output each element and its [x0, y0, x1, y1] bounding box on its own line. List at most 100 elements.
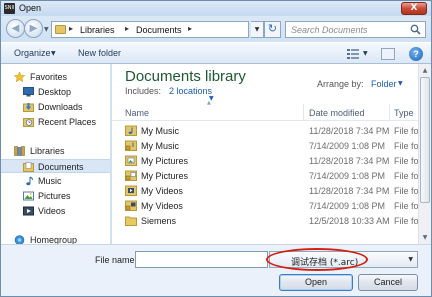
nav-item-music[interactable]: Music [1, 174, 110, 188]
views-dropdown-icon[interactable]: ▼ [363, 50, 368, 57]
file-type: File fol [394, 141, 418, 151]
file-row[interactable]: My Videos 7/14/2009 1:08 PM File fol [112, 198, 418, 213]
file-name: My Videos [141, 201, 183, 211]
nav-label: Libraries [30, 146, 65, 156]
file-name-input[interactable] [135, 251, 268, 268]
file-date-modified: 11/28/2018 7:34 PM [309, 156, 390, 166]
file-date-modified: 7/14/2009 1:08 PM [309, 171, 386, 181]
nav-item-pictures[interactable]: Pictures [1, 189, 110, 203]
file-row[interactable]: My Music 11/28/2018 7:34 PM File fol [112, 123, 418, 138]
cancel-button[interactable]: Cancel [358, 274, 418, 291]
music-folder-locked-icon [125, 140, 137, 151]
desktop-icon [23, 87, 34, 97]
file-name: My Pictures [141, 156, 189, 166]
search-input[interactable]: Search Documents [285, 21, 426, 38]
file-date-modified: 11/28/2018 7:34 PM [309, 186, 390, 196]
star-icon [14, 72, 25, 82]
chevron-down-icon[interactable]: ▼ [398, 80, 403, 87]
arrange-by-value[interactable]: Folder [371, 79, 397, 89]
folder-icon [125, 216, 137, 226]
downloads-icon [23, 103, 34, 112]
file-type-value: 调试存档 (*.arc) [291, 258, 359, 268]
column-date-modified[interactable]: Date modified [304, 104, 390, 121]
file-name: My Pictures [141, 171, 189, 181]
open-dialog: SNII Open X ◀ ▶ ▼ ▸ Libraries ▸ Document… [0, 0, 432, 297]
bottom-panel: File name: 调试存档 (*.arc) ▼ Open Cancel [1, 244, 431, 296]
search-placeholder: Search Documents [291, 25, 368, 35]
address-bar[interactable]: ▸ Libraries ▸ Documents ▸ [51, 21, 249, 38]
preview-pane-icon[interactable] [381, 48, 395, 60]
chevron-down-icon[interactable]: ▼ [408, 256, 413, 263]
nav-label: Videos [38, 206, 66, 216]
file-row[interactable]: My Videos 11/28/2018 7:34 PM File fol [112, 183, 418, 198]
breadcrumb-separator[interactable]: ▸ [125, 24, 129, 33]
nav-label: Homegroup [30, 235, 78, 244]
file-name-label: File name: [95, 255, 138, 265]
pictures-folder-icon [125, 155, 137, 166]
command-bar: Organize ▼ New folder ▼ ? [1, 42, 431, 64]
videos-folder-icon [125, 185, 137, 196]
locations-link[interactable]: 2 locations [169, 86, 212, 96]
file-name: My Music [141, 141, 179, 151]
search-icon[interactable] [410, 24, 421, 35]
nav-label: Pictures [38, 191, 71, 201]
forward-button[interactable]: ▶ [24, 19, 43, 38]
navigation-pane[interactable]: Favorites Desktop Downloads Recent Place… [1, 64, 111, 244]
back-button[interactable]: ◀ [6, 19, 25, 38]
file-date-modified: 12/5/2018 10:33 AM [309, 216, 390, 226]
address-dropdown-button[interactable]: ▼ [251, 21, 264, 38]
file-list-pane[interactable]: Documents library Includes: 2 locations … [112, 64, 418, 244]
scroll-down-button[interactable]: ▼ [419, 231, 431, 244]
scroll-up-button[interactable]: ▲ [419, 64, 431, 77]
file-type: File fol [394, 171, 418, 181]
breadcrumb-documents[interactable]: Documents [136, 25, 182, 35]
nav-label: Favorites [30, 72, 68, 82]
music-icon [26, 176, 33, 186]
scroll-thumb[interactable] [420, 77, 430, 203]
refresh-button[interactable]: ↻ [264, 21, 281, 38]
column-type[interactable]: Type [390, 104, 418, 121]
close-button[interactable]: X [401, 2, 427, 15]
pictures-folder-locked-icon [125, 170, 137, 181]
file-name: Siemens [141, 216, 177, 226]
help-icon[interactable]: ? [409, 47, 423, 61]
libraries-icon [14, 146, 25, 156]
nav-item-desktop[interactable]: Desktop [1, 85, 110, 99]
file-date-modified: 7/14/2009 1:08 PM [309, 201, 386, 211]
nav-homegroup[interactable]: Homegroup [1, 233, 110, 244]
file-row[interactable]: Siemens 12/5/2018 10:33 AM File fol [112, 213, 418, 228]
app-icon: SNII [4, 3, 15, 14]
breadcrumb-separator[interactable]: ▸ [69, 24, 73, 33]
file-type: File fol [394, 216, 418, 226]
views-icon[interactable] [347, 49, 359, 59]
nav-item-recent-places[interactable]: Recent Places [1, 115, 110, 129]
column-name[interactable]: Name [112, 104, 304, 121]
file-row[interactable]: My Pictures 7/14/2009 1:08 PM File fol [112, 168, 418, 183]
file-type-select[interactable]: 调试存档 (*.arc) ▼ [269, 251, 418, 268]
file-date-modified: 11/28/2018 7:34 PM [309, 126, 390, 136]
homegroup-icon [14, 235, 25, 244]
history-dropdown[interactable]: ▼ [44, 26, 49, 33]
breadcrumb-libraries[interactable]: Libraries [80, 25, 115, 35]
file-row[interactable]: My Pictures 11/28/2018 7:34 PM File fol [112, 153, 418, 168]
open-button[interactable]: Open [279, 274, 353, 291]
nav-favorites[interactable]: Favorites [1, 70, 110, 84]
organize-button[interactable]: Organize [14, 48, 51, 58]
music-folder-icon [125, 125, 137, 136]
window-title: Open [19, 3, 42, 13]
file-row[interactable]: My Music 7/14/2009 1:08 PM File fol [112, 138, 418, 153]
breadcrumb-separator[interactable]: ▸ [188, 24, 192, 33]
nav-item-downloads[interactable]: Downloads [1, 100, 110, 114]
column-header: Name Date modified Type [112, 104, 418, 121]
nav-libraries[interactable]: Libraries [1, 144, 110, 158]
vertical-scrollbar[interactable]: ▲ ▼ [418, 64, 431, 244]
chevron-down-icon[interactable]: ▼ [51, 50, 56, 57]
file-type: File fol [394, 201, 418, 211]
nav-item-documents[interactable]: Documents [1, 159, 110, 173]
new-folder-button[interactable]: New folder [78, 48, 121, 58]
arrange-by-label: Arrange by: [317, 79, 364, 89]
file-type: File fol [394, 156, 418, 166]
nav-item-videos[interactable]: Videos [1, 204, 110, 218]
title-bar: SNII Open X [1, 1, 431, 16]
file-name: My Music [141, 126, 179, 136]
